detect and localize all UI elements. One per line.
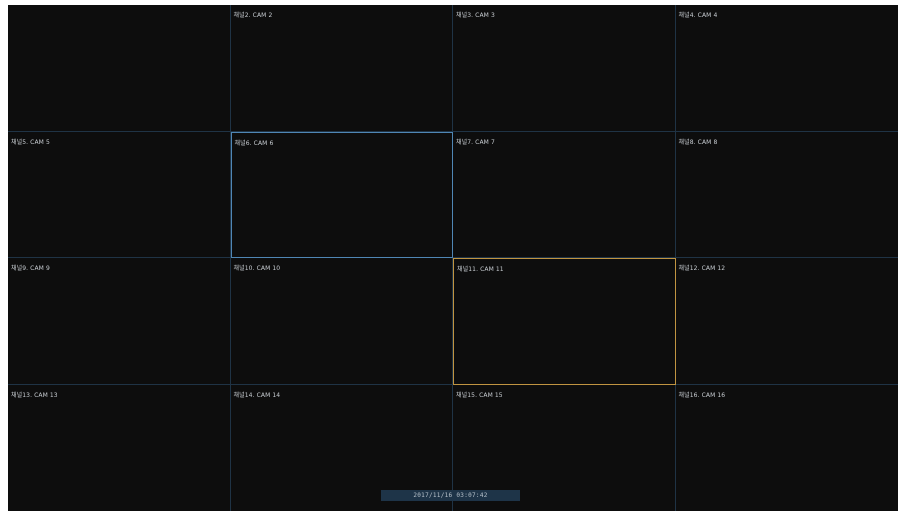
- camera-monitor-screen: 채널2. CAM 2 채널3. CAM 3 채널4. CAM 4 채널5. CA…: [8, 5, 898, 511]
- camera-tile-2[interactable]: 채널2. CAM 2: [230, 5, 453, 132]
- camera-tile-5[interactable]: 채널5. CAM 5: [8, 131, 231, 258]
- camera-tile-label: 채널4. CAM 4: [678, 12, 718, 19]
- camera-tile-label: 채널5. CAM 5: [11, 138, 50, 146]
- camera-tile-8[interactable]: 채널8. CAM 8: [675, 131, 898, 258]
- camera-tile-10[interactable]: 채널10. CAM 10: [230, 258, 453, 385]
- camera-tile-label: 채널8. CAM 8: [678, 138, 718, 146]
- camera-tile-label: 채널9. CAM 9: [11, 265, 50, 272]
- camera-tile-4[interactable]: 채널4. CAM 4: [675, 5, 898, 132]
- camera-tile-label: 채널12. CAM 12: [678, 265, 726, 272]
- camera-tile-label: 채널3. CAM 3: [456, 12, 495, 19]
- camera-tile-7[interactable]: 채널7. CAM 7: [453, 131, 676, 258]
- camera-grid: 채널2. CAM 2 채널3. CAM 3 채널4. CAM 4 채널5. CA…: [8, 5, 898, 511]
- timestamp-bar: 2017/11/16 03:07:42: [381, 490, 520, 501]
- camera-tile-9[interactable]: 채널9. CAM 9: [8, 258, 231, 385]
- camera-tile-label: 채널15. CAM 15: [456, 391, 503, 399]
- timestamp-text: 2017/11/16 03:07:42: [413, 492, 488, 499]
- camera-tile-label: 채널6. CAM 6: [234, 139, 274, 147]
- camera-tile-label: 채널11. CAM 11: [457, 266, 504, 273]
- camera-tile-13[interactable]: 채널13. CAM 13: [8, 384, 231, 511]
- camera-tile-16[interactable]: 채널16. CAM 16: [675, 384, 898, 511]
- camera-tile-11[interactable]: 채널11. CAM 11: [453, 258, 676, 385]
- camera-tile-label: 채널13. CAM 13: [11, 391, 58, 399]
- camera-tile-label: 채널7. CAM 7: [456, 138, 495, 146]
- camera-tile-label: 채널2. CAM 2: [233, 12, 273, 19]
- camera-tile-1[interactable]: [8, 5, 231, 132]
- camera-tile-12[interactable]: 채널12. CAM 12: [675, 258, 898, 385]
- camera-tile-3[interactable]: 채널3. CAM 3: [453, 5, 676, 132]
- camera-tile-label: 채널16. CAM 16: [678, 391, 726, 399]
- camera-tile-label: 채널14. CAM 14: [233, 391, 281, 399]
- camera-tile-label: 채널10. CAM 10: [233, 265, 281, 272]
- camera-tile-6[interactable]: 채널6. CAM 6: [230, 131, 453, 258]
